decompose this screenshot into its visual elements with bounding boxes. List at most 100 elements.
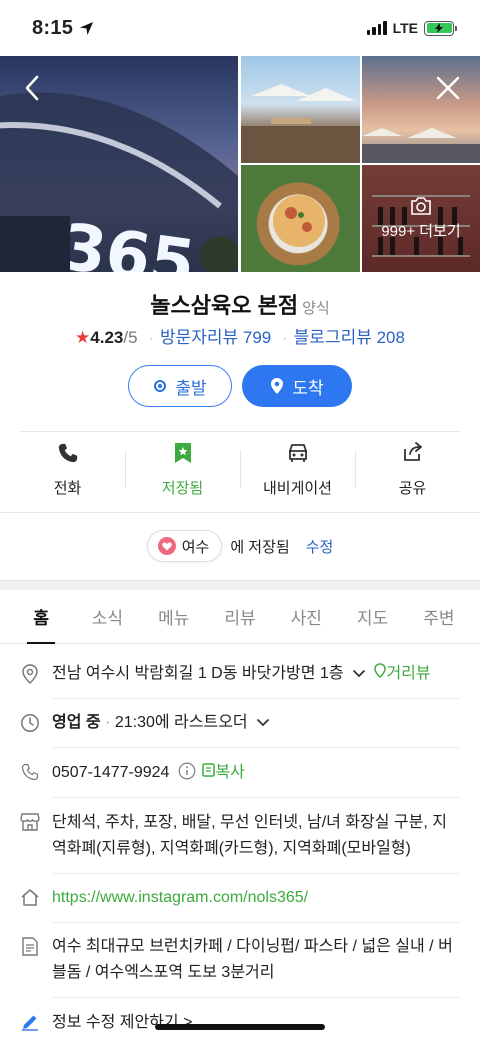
divider — [52, 922, 460, 923]
copy-icon — [202, 763, 216, 777]
battery-icon — [424, 20, 457, 36]
visitor-reviews-link[interactable]: 방문자리뷰 799 — [160, 328, 271, 347]
divider — [0, 512, 480, 513]
network-label: LTE — [392, 20, 418, 36]
tab-menu[interactable]: 메뉴 — [141, 590, 207, 643]
tab-photos[interactable]: 사진 — [273, 590, 339, 643]
chevron-down-icon[interactable] — [256, 718, 270, 727]
start-button[interactable]: 출발 — [128, 365, 232, 407]
call-action[interactable]: 전화 — [10, 442, 125, 498]
divider — [52, 698, 460, 699]
back-button[interactable] — [12, 68, 52, 108]
pencil-icon — [20, 1010, 40, 1036]
street-view-link[interactable]: 거리뷰 — [386, 665, 430, 682]
place-title: 놀스삼육오 본점 양식 — [0, 288, 480, 320]
rating-score: 4.23 — [90, 328, 124, 347]
website-row[interactable]: https://www.instagram.com/nols365/ — [20, 885, 460, 911]
divider — [52, 997, 460, 998]
copy-phone-button[interactable]: 복사 — [215, 764, 244, 781]
saved-folder-row: 여수 에 저장됨 수정 — [0, 530, 480, 562]
place-name: 놀스삼육오 본점 — [150, 293, 299, 318]
hours-row[interactable]: 영업 중 · 21:30에 라스트오더 — [20, 710, 460, 736]
origin-dot-icon — [154, 380, 167, 392]
edit-saved-link[interactable]: 수정 — [306, 536, 334, 557]
pasta-illustration — [273, 195, 325, 247]
heart-icon — [157, 537, 176, 555]
clock: 8:15 — [32, 16, 74, 39]
phone-text: 0507-1477-9924 복사 — [52, 760, 245, 786]
arrive-label: 도착 — [292, 378, 324, 398]
bookmark-star-icon — [174, 443, 191, 463]
star-icon: ★ — [75, 328, 91, 347]
phone-row[interactable]: 0507-1477-9924 복사 — [20, 760, 460, 786]
action-bar: 전화 저장됨 내비게이션 공유 — [10, 442, 470, 502]
saved-text: 에 저장됨 — [230, 538, 290, 556]
suggest-edit-link[interactable]: 정보 수정 제안하기 > — [52, 1010, 192, 1036]
charging-bolt-icon — [435, 23, 443, 33]
amenities-text: 단체석, 주차, 포장, 배달, 무선 인터넷, 남/녀 화장실 구분, 지역화… — [52, 814, 447, 857]
tab-reviews[interactable]: 리뷰 — [207, 590, 273, 643]
phone-icon — [58, 443, 77, 463]
separator-dot: · — [100, 714, 115, 731]
chevron-left-icon — [25, 75, 39, 101]
divider — [20, 431, 460, 432]
description-text: 여수 최대규모 브런치카페 / 다이닝펍/ 파스타 / 넓은 실내 / 버블돔 … — [52, 938, 453, 981]
place-category: 양식 — [302, 300, 330, 317]
gallery-photo-food[interactable] — [241, 165, 360, 272]
last-order: 21:30에 라스트오더 — [114, 714, 248, 731]
store-icon — [20, 810, 40, 862]
address-text: 전남 여수시 박람회길 1 D동 바닷가방면 1층 거리뷰 — [52, 661, 431, 687]
home-indicator[interactable] — [155, 1024, 325, 1030]
blog-reviews-link[interactable]: 블로그리뷰 208 — [294, 328, 405, 347]
tab-nearby[interactable]: 주변 — [406, 590, 472, 643]
tab-map[interactable]: 지도 — [339, 590, 405, 643]
navigation-action[interactable]: 내비게이션 — [240, 442, 355, 498]
tab-news[interactable]: 소식 — [74, 590, 140, 643]
tab-home[interactable]: 홈 — [8, 590, 74, 644]
phone-number: 0507-1477-9924 — [52, 764, 170, 781]
location-pin-icon — [20, 661, 40, 687]
saved-folder-name: 여수 — [181, 538, 210, 556]
more-photos-overlay[interactable]: 999+ 더보기 — [362, 165, 480, 272]
navigation-label: 내비게이션 — [262, 480, 332, 497]
save-action[interactable]: 저장됨 — [125, 442, 240, 498]
rating-max: /5 — [123, 328, 138, 347]
call-label: 전화 — [53, 480, 82, 497]
signal-icon — [366, 21, 387, 35]
close-button[interactable] — [428, 68, 468, 108]
close-icon — [436, 76, 460, 100]
address-value: 전남 여수시 박람회길 1 D동 바닷가방면 1층 — [52, 665, 344, 682]
status-indicators: LTE — [366, 20, 457, 36]
home-icon — [20, 885, 40, 911]
share-action[interactable]: 공유 — [355, 442, 470, 498]
status-time: 8:15 — [32, 17, 94, 40]
arrive-button[interactable]: 도착 — [242, 365, 352, 407]
info-circle-icon[interactable] — [178, 762, 196, 780]
street-view-pin-icon — [374, 663, 387, 679]
open-status: 영업 중 — [52, 714, 101, 731]
gallery-photo-more[interactable]: 999+ 더보기 — [362, 165, 480, 272]
divider — [52, 747, 460, 748]
saved-folder-chip[interactable]: 여수 — [146, 530, 223, 562]
divider — [52, 797, 460, 798]
share-label: 공유 — [398, 480, 427, 497]
share-icon — [403, 442, 422, 461]
save-label: 저장됨 — [161, 480, 204, 497]
tab-bar: 홈 소식 메뉴 리뷰 사진 지도 주변 — [0, 590, 480, 644]
location-arrow-icon — [80, 21, 94, 35]
route-buttons: 출발 도착 — [0, 365, 480, 407]
website-link[interactable]: https://www.instagram.com/nols365/ — [52, 885, 308, 911]
chevron-down-icon[interactable] — [352, 669, 366, 678]
suggest-edit-row[interactable]: 정보 수정 제안하기 > — [20, 1010, 460, 1036]
status-bar: 8:15 LTE — [0, 0, 480, 56]
hours-text: 영업 중 · 21:30에 라스트오더 — [52, 710, 270, 736]
gallery-photo-terrace[interactable] — [241, 56, 360, 163]
terrace-illustration — [241, 84, 360, 163]
clock-icon — [20, 710, 40, 736]
divider — [52, 873, 460, 874]
description-row: 여수 최대규모 브런치카페 / 다이닝펍/ 파스타 / 넓은 실내 / 버블돔 … — [20, 934, 460, 986]
start-label: 출발 — [175, 378, 207, 398]
address-row[interactable]: 전남 여수시 박람회길 1 D동 바닷가방면 1층 거리뷰 — [20, 661, 460, 687]
camera-icon — [411, 197, 431, 215]
photo-gallery[interactable]: 365 999+ 더보기 — [0, 56, 480, 272]
